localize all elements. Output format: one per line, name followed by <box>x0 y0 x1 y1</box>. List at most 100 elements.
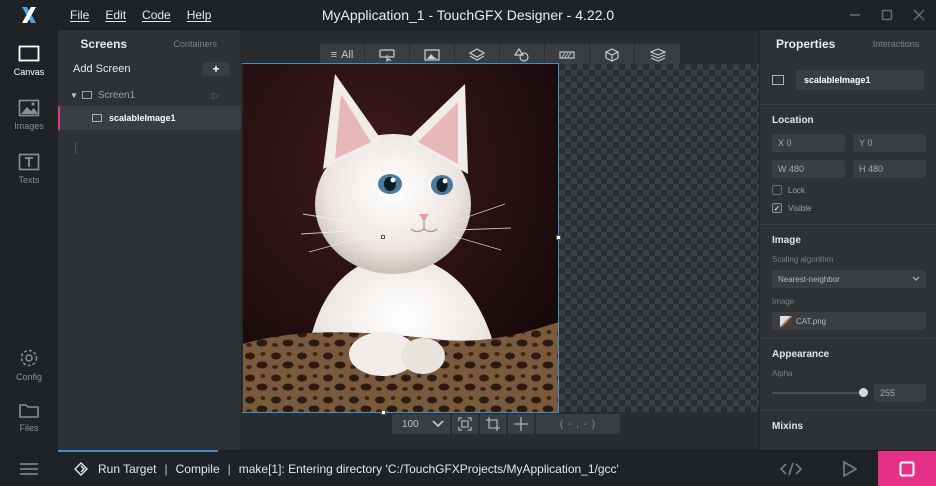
tab-screens[interactable]: Screens <box>58 37 150 51</box>
alpha-slider[interactable] <box>772 388 868 397</box>
resize-handle-right[interactable] <box>556 235 561 240</box>
w-value: 480 <box>789 164 805 174</box>
run-target-icon <box>74 462 88 476</box>
zoom-value: 100 <box>402 418 419 430</box>
zoom-select[interactable]: 100 <box>392 414 450 434</box>
resize-handle-bottom[interactable] <box>381 410 386 415</box>
x-field[interactable]: X 0 <box>772 134 845 152</box>
menu-code[interactable]: Code <box>142 8 171 22</box>
tree-connector <box>75 142 76 154</box>
visible-checkbox[interactable]: ✓ <box>772 203 782 213</box>
nav-config[interactable]: Config <box>0 340 58 390</box>
alpha-slider-knob[interactable] <box>859 388 868 397</box>
toolbar-3d-widget[interactable] <box>590 44 635 66</box>
nav-images[interactable]: Images <box>0 90 58 140</box>
add-screen-button[interactable]: + <box>203 62 229 76</box>
x-value: 0 <box>786 138 792 148</box>
height-field[interactable]: H 480 <box>853 160 926 178</box>
widget-name-row: scalableImage1 <box>772 70 924 90</box>
location-title: Location <box>772 115 814 126</box>
compile-button[interactable]: Compile <box>176 462 220 476</box>
nav-canvas-label: Canvas <box>13 67 45 77</box>
screen-icon <box>81 91 92 99</box>
play-screen-icon[interactable]: ▷ <box>212 90 219 101</box>
visible-row[interactable]: ✓ Visible <box>760 200 936 216</box>
add-screen-label[interactable]: Add Screen <box>73 63 130 75</box>
image-thumbnail <box>780 315 792 327</box>
minimize-icon[interactable] <box>846 6 864 24</box>
play-icon <box>843 461 857 477</box>
tab-properties[interactable]: Properties <box>760 37 856 51</box>
lock-checkbox[interactable] <box>772 185 782 195</box>
toolbar-layers[interactable] <box>635 44 680 66</box>
close-icon[interactable] <box>910 6 928 24</box>
shapes-icon <box>514 48 529 62</box>
tree-screen-item[interactable]: ▼ Screen1 ▷ <box>58 84 241 106</box>
properties-panel: Properties Interactions scalableImage1 L… <box>759 30 936 450</box>
crop-icon <box>486 417 500 431</box>
run-target-button[interactable]: Run Target <box>98 462 156 476</box>
hamburger-menu-button[interactable] <box>0 451 58 486</box>
mixins-title: Mixins <box>772 421 804 432</box>
tree-widget-item[interactable]: scalableImage1 <box>58 106 241 130</box>
run-simulator-button[interactable] <box>820 451 878 486</box>
nav-canvas[interactable]: Canvas <box>0 36 58 86</box>
center-handle[interactable] <box>381 235 385 239</box>
canvas-area[interactable]: ≡ All 100 (- , -) <box>242 30 759 450</box>
fit-screen-button[interactable] <box>452 414 478 434</box>
separator: | <box>164 462 168 476</box>
wh-row: W 480 H 480 <box>760 160 936 178</box>
scaling-select[interactable]: Nearest-neighbor <box>772 270 926 288</box>
list-icon: ≡ <box>330 49 338 61</box>
menu-help[interactable]: Help <box>187 8 212 22</box>
nav-files-label: Files <box>19 423 39 433</box>
status-text: Run Target | Compile | make[1]: Entering… <box>74 451 619 486</box>
image-file-field[interactable]: CAT.png <box>772 312 926 330</box>
image-icon <box>18 99 40 117</box>
tab-containers[interactable]: Containers <box>150 39 242 49</box>
menu-edit[interactable]: Edit <box>105 8 126 22</box>
nav-texts-label: Texts <box>18 175 40 185</box>
menu-file[interactable]: File <box>70 8 89 22</box>
build-progress-indicator <box>58 450 218 452</box>
stop-icon <box>899 461 915 477</box>
y-value: 0 <box>867 138 873 148</box>
layers-icon <box>469 48 485 61</box>
screens-tabs: Screens Containers <box>58 30 241 58</box>
x-label: X <box>778 138 785 148</box>
menu-bar: File Edit Code Help <box>62 0 219 30</box>
scaling-value: Nearest-neighbor <box>778 274 840 284</box>
stop-button[interactable] <box>878 451 936 486</box>
y-field[interactable]: Y 0 <box>853 134 926 152</box>
code-icon <box>780 462 802 476</box>
tab-interactions[interactable]: Interactions <box>856 39 936 49</box>
image-widget-icon <box>424 49 440 61</box>
h-value: 480 <box>868 164 884 174</box>
width-field[interactable]: W 480 <box>772 160 845 178</box>
window-controls <box>846 0 928 30</box>
generate-code-button[interactable] <box>762 451 820 486</box>
scalable-image-icon <box>772 75 784 85</box>
chevron-down-icon <box>912 276 920 281</box>
alpha-label: Alpha <box>772 368 793 378</box>
folder-icon <box>19 404 39 418</box>
move-button[interactable] <box>508 414 534 434</box>
maximize-icon[interactable] <box>878 6 896 24</box>
image-file-name: CAT.png <box>796 316 827 326</box>
crop-button[interactable] <box>480 414 506 434</box>
lock-row[interactable]: Lock <box>760 182 936 198</box>
cat-image[interactable] <box>243 64 559 412</box>
w-label: W <box>778 164 787 174</box>
selection-accent <box>58 106 60 130</box>
cursor-coordinates: ( - , - ) <box>536 414 620 434</box>
properties-tabs: Properties Interactions <box>760 30 936 58</box>
widget-name-field[interactable]: scalableImage1 <box>796 70 924 90</box>
alpha-input[interactable]: 255 <box>874 384 926 402</box>
nav-texts[interactable]: Texts <box>0 144 58 194</box>
toolbar-all-label: All <box>341 49 354 61</box>
chevron-down-icon[interactable]: ▼ <box>70 91 78 100</box>
cube-icon <box>605 48 619 62</box>
visible-label: Visible <box>788 203 812 213</box>
stack-icon <box>649 48 666 62</box>
nav-files[interactable]: Files <box>0 392 58 442</box>
